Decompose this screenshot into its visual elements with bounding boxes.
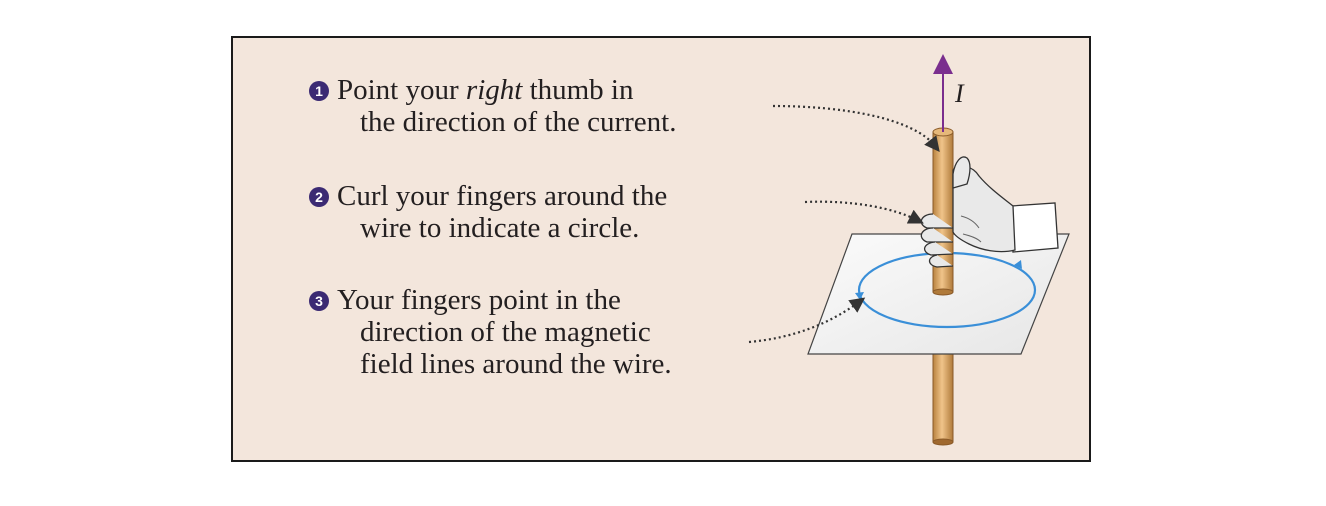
current-label: I — [954, 79, 965, 108]
wire-hand-illustration: I — [748, 54, 1070, 446]
right-hand-rule-panel: 1 Point your right thumb in the direction… — [231, 36, 1091, 462]
wire-upper — [932, 127, 954, 296]
leader-2 — [804, 200, 924, 224]
leader-1 — [772, 104, 940, 153]
